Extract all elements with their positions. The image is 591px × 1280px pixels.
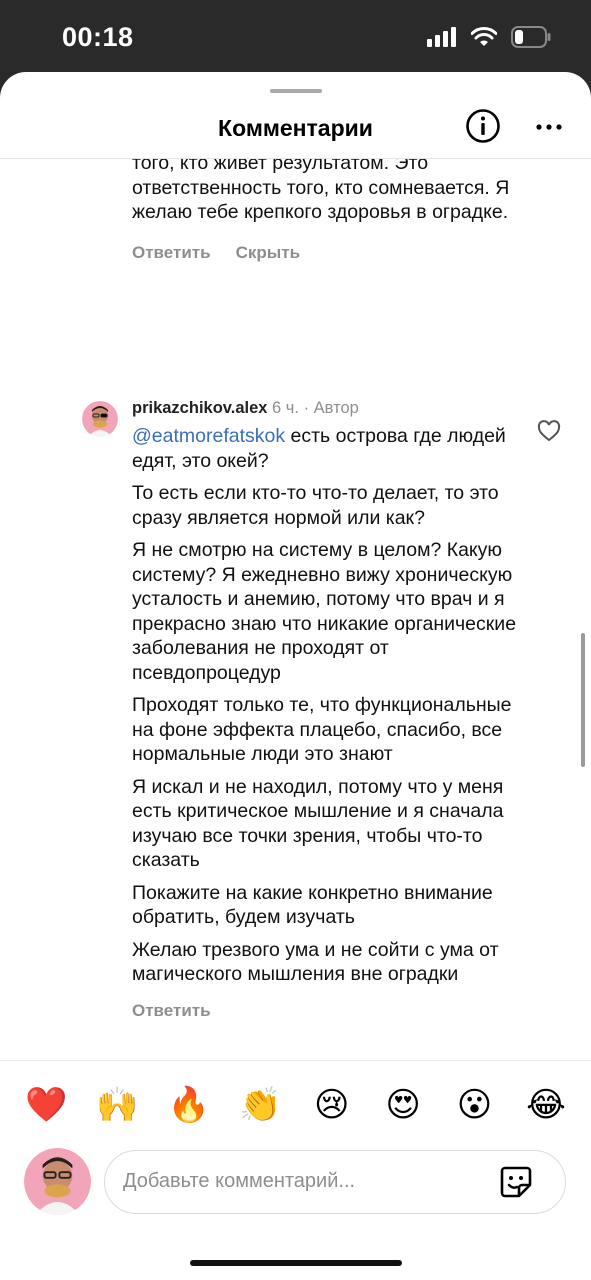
page-title: Комментарии [218, 115, 373, 141]
comment-paragraph: Проходят только те, что функциональные н… [132, 694, 512, 765]
avatar[interactable] [24, 1148, 91, 1215]
scrollbar[interactable] [581, 633, 585, 767]
comment-time: 6 ч. [272, 399, 299, 417]
avatar[interactable] [82, 401, 118, 437]
reaction-crying-emoji[interactable]: 😢 [311, 1084, 353, 1126]
reaction-heart-emoji[interactable]: ❤️ [25, 1084, 67, 1126]
comment-actions: Ответить Скрыть [132, 243, 532, 263]
status-bar: 00:18 [0, 0, 591, 72]
comment-paragraph: @eatmorefatskok есть острова где людей е… [132, 424, 532, 473]
status-time: 00:18 [62, 22, 134, 52]
heart-icon[interactable] [537, 419, 561, 443]
reactions-divider [0, 1060, 591, 1061]
sticker-icon[interactable] [499, 1165, 533, 1199]
comments-list[interactable]: того, кто живет результатом. Это ответст… [0, 159, 591, 1059]
previous-comment: того, кто живет результатом. Это ответст… [132, 159, 532, 263]
comment-composer [0, 1146, 591, 1226]
comment-body: prikazchikov.alex 6 ч. · Автор @eatmoref… [132, 399, 532, 1021]
info-icon[interactable] [465, 108, 501, 144]
reaction-heart-eyes-emoji[interactable]: 😍 [382, 1084, 424, 1126]
reaction-clap-emoji[interactable]: 👏 [239, 1084, 281, 1126]
home-indicator[interactable] [190, 1260, 402, 1266]
comment-paragraph: Я не смотрю на систему в целом? Какую си… [132, 539, 517, 684]
comments-header: Комментарии [0, 102, 591, 156]
cellular-signal-icon [427, 27, 456, 47]
reply-button[interactable]: Ответить [132, 1001, 211, 1021]
comment-input-wrapper [104, 1150, 566, 1214]
comment-input[interactable] [123, 1151, 493, 1212]
reply-button[interactable]: Ответить [132, 243, 211, 263]
reaction-fire-emoji[interactable]: 🔥 [168, 1084, 210, 1126]
more-options-icon[interactable] [534, 112, 564, 142]
comment-text: того, кто живет результатом. Это ответст… [132, 159, 510, 223]
comments-sheet: Комментарии того, кто живет результатом.… [0, 72, 591, 1280]
reaction-raised-hands-emoji[interactable]: 🙌 [96, 1084, 138, 1126]
comment-username[interactable]: prikazchikov.alex [132, 399, 267, 417]
comment-actions: Ответить [132, 1001, 532, 1021]
sheet-grabber[interactable] [270, 89, 322, 93]
author-badge: Автор [313, 399, 359, 417]
battery-icon [511, 26, 551, 48]
mention-link[interactable]: @eatmorefatskok [132, 425, 285, 447]
avatar-image [24, 1148, 91, 1215]
meta-separator: · [303, 399, 310, 417]
avatar-image [82, 401, 118, 437]
reaction-surprised-emoji[interactable]: 😮 [454, 1084, 496, 1126]
quick-reactions: ❤️ 🙌 🔥 👏 😢 😍 😮 😂 [0, 1084, 591, 1130]
comment-paragraph: То есть если кто-то что-то делает, то эт… [132, 482, 499, 529]
wifi-icon [471, 27, 497, 46]
comment-paragraph: Покажите на какие конкретно внимание обр… [132, 881, 493, 929]
comment-meta: prikazchikov.alex 6 ч. · Автор [132, 399, 532, 418]
status-icons [427, 26, 551, 48]
comment-paragraph: Я искал и не находил, потому что у меня … [132, 775, 504, 872]
reaction-laughing-emoji[interactable]: 😂 [525, 1084, 567, 1126]
hide-replies-button[interactable]: Скрыть [236, 243, 300, 263]
comment-paragraph: Желаю трезвого ума и не сойти с ума от м… [132, 938, 499, 986]
